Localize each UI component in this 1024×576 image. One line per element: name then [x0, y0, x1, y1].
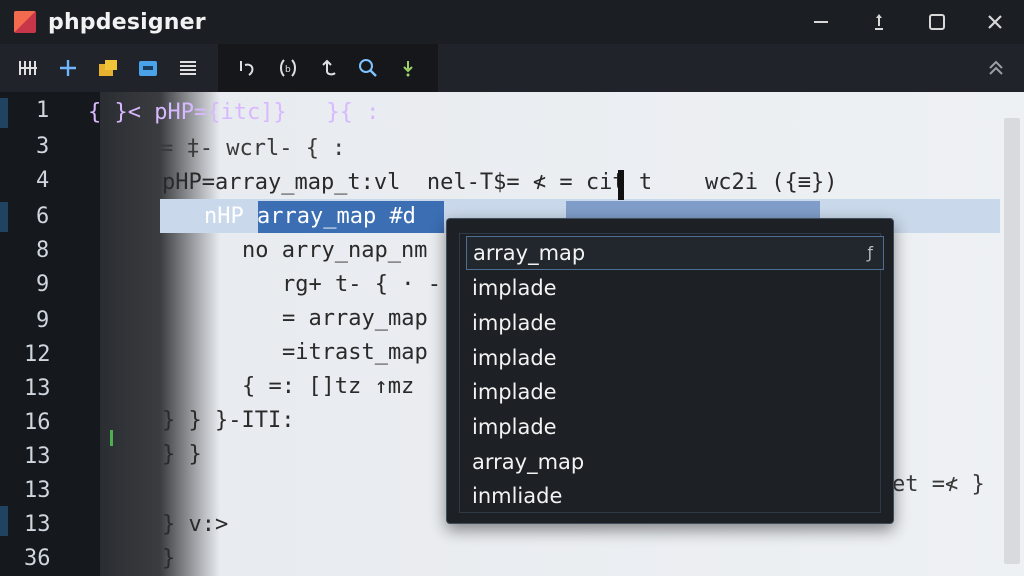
redo-button[interactable] [308, 48, 348, 88]
undo-button[interactable] [228, 48, 268, 88]
gutter-marker [0, 98, 8, 128]
toolbar-group-edit: b [218, 44, 438, 92]
autocomplete-item-label: array_map [473, 241, 586, 265]
autocomplete-item-selected[interactable]: array_map ƒ [466, 236, 884, 270]
maximize-button[interactable] [908, 0, 966, 44]
toolbar-group-file [8, 44, 208, 92]
line-number: 9 [36, 272, 50, 297]
line-number: 1 [36, 98, 50, 123]
line-number: 13 [24, 478, 51, 503]
code-line[interactable]: pHP=array_map_t:vl nel-T$= ≮ = cit t wc2… [162, 170, 838, 195]
line-number: 8 [36, 238, 50, 263]
autocomplete-list: array_map ƒ implade implade implade impl… [459, 233, 884, 513]
new-file-button[interactable] [48, 48, 88, 88]
line-number: 13 [24, 444, 51, 469]
autocomplete-item[interactable]: implade [466, 307, 882, 339]
toolbar-right [976, 44, 1016, 92]
list-icon [180, 61, 196, 75]
close-icon [988, 15, 1002, 29]
format-button[interactable]: b [268, 48, 308, 88]
app-logo-icon [14, 11, 36, 33]
debug-button[interactable] [388, 48, 428, 88]
line-number: 13 [24, 512, 51, 537]
line-number: 6 [36, 204, 50, 229]
open-folder-button[interactable] [88, 48, 128, 88]
redo-icon [322, 59, 336, 76]
title-bar: phpdesigner [0, 0, 1024, 44]
autocomplete-popup: array_map ƒ implade implade implade impl… [446, 218, 894, 524]
minimize-icon [814, 21, 828, 23]
toolbar: b [0, 44, 1024, 92]
code-line[interactable]: rg+ t- { · - [282, 272, 441, 297]
code-line[interactable]: } } [162, 442, 202, 467]
minimize-button[interactable] [792, 0, 850, 44]
line-number-gutter [0, 92, 100, 576]
autocomplete-item[interactable]: implade [466, 411, 882, 443]
line-number: 4 [36, 168, 50, 193]
undo-icon [240, 61, 254, 76]
text-cursor [618, 170, 624, 200]
code-line[interactable]: } [162, 546, 175, 571]
line-number: 36 [24, 546, 51, 571]
code-line[interactable]: nHP array_map #d [204, 204, 416, 229]
pin-button[interactable] [850, 0, 908, 44]
line-number: 12 [24, 342, 51, 367]
grid-icon [19, 61, 37, 75]
maximize-icon [929, 14, 945, 30]
code-line[interactable]: =itrast_map [282, 340, 428, 365]
code-line[interactable]: { }< pHP={itc]} }{ : [88, 100, 379, 125]
line-number: 13 [24, 376, 51, 401]
fold-marker [110, 430, 113, 446]
line-number: 9 [36, 308, 50, 333]
layout-button[interactable] [8, 48, 48, 88]
autocomplete-item[interactable]: implade [466, 376, 882, 408]
code-line[interactable]: no arry_nap_nm [242, 238, 427, 263]
list-button[interactable] [168, 48, 208, 88]
code-line[interactable]: = ‡- wcrl- { : [160, 136, 345, 161]
folder-icon [99, 60, 117, 76]
autocomplete-item[interactable]: inmliade [466, 480, 882, 512]
function-kind-icon: ƒ [867, 243, 873, 262]
bracket-icon: b [280, 59, 296, 77]
autocomplete-item[interactable]: implade [466, 342, 882, 374]
gutter-marker [0, 506, 8, 536]
search-button[interactable] [348, 48, 388, 88]
code-line[interactable]: = array_map [282, 306, 428, 331]
code-line[interactable]: } } }-ITI: [162, 408, 294, 433]
svg-text:b: b [285, 65, 291, 75]
line-number: 16 [24, 410, 51, 435]
code-line[interactable]: et =≮ } [892, 472, 985, 497]
collapse-toolbar-button[interactable] [976, 48, 1016, 88]
debug-icon [403, 61, 413, 77]
window-controls [792, 0, 1024, 44]
chevron-up-icon [989, 60, 1003, 75]
code-line[interactable]: { =: []tz ↑mz [242, 374, 414, 399]
autocomplete-item[interactable]: array_map [466, 446, 882, 478]
line-number: 3 [36, 134, 50, 159]
vertical-scrollbar[interactable] [1004, 118, 1020, 564]
app-title: phpdesigner [48, 9, 206, 35]
code-line[interactable]: } v:> [162, 512, 228, 537]
close-button[interactable] [966, 0, 1024, 44]
save-icon [139, 61, 157, 76]
save-button[interactable] [128, 48, 168, 88]
plus-icon [60, 60, 76, 76]
pin-icon [875, 14, 883, 30]
gutter-marker [0, 202, 8, 232]
search-icon [359, 59, 377, 77]
autocomplete-item[interactable]: implade [466, 272, 882, 304]
